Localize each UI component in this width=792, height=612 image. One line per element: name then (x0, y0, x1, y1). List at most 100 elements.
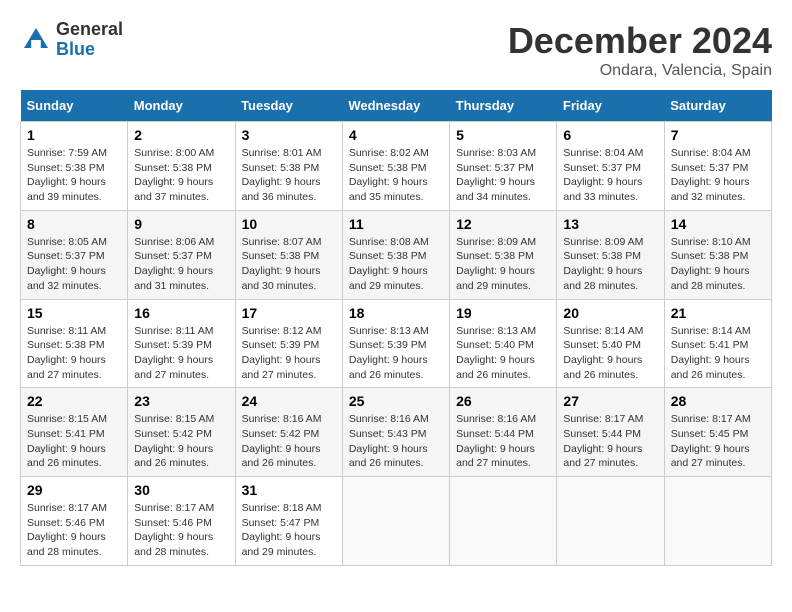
logo-general-text: General (56, 19, 123, 39)
header-cell-wednesday: Wednesday (342, 90, 449, 122)
day-cell-27: 27 Sunrise: 8:17 AM Sunset: 5:44 PM Dayli… (557, 388, 664, 477)
day-cell-17: 17 Sunrise: 8:12 AM Sunset: 5:39 PM Dayli… (235, 299, 342, 388)
day-cell-1: 1 Sunrise: 7:59 AM Sunset: 5:38 PM Daylig… (21, 122, 128, 211)
logo-icon (20, 24, 52, 56)
day-cell-19: 19 Sunrise: 8:13 AM Sunset: 5:40 PM Dayli… (450, 299, 557, 388)
day-info: Sunrise: 8:08 AM Sunset: 5:38 PM Dayligh… (349, 235, 443, 294)
day-number: 19 (456, 305, 550, 321)
day-number: 4 (349, 127, 443, 143)
day-cell-11: 11 Sunrise: 8:08 AM Sunset: 5:38 PM Dayli… (342, 210, 449, 299)
day-info: Sunrise: 8:17 AM Sunset: 5:45 PM Dayligh… (671, 412, 765, 471)
day-cell-31: 31 Sunrise: 8:18 AM Sunset: 5:47 PM Dayli… (235, 477, 342, 566)
day-number: 20 (563, 305, 657, 321)
day-cell-8: 8Sunrise: 8:05 AM Sunset: 5:37 PM Daylig… (21, 210, 128, 299)
day-cell-6: 6 Sunrise: 8:04 AM Sunset: 5:37 PM Daylig… (557, 122, 664, 211)
day-cell-3: 3Sunrise: 8:01 AM Sunset: 5:38 PM Daylig… (235, 122, 342, 211)
day-number: 5 (456, 127, 550, 143)
day-cell-14: 14 Sunrise: 8:10 AM Sunset: 5:38 PM Dayli… (664, 210, 771, 299)
day-number: 15 (27, 305, 121, 321)
day-info: Sunrise: 8:16 AM Sunset: 5:42 PM Dayligh… (242, 412, 336, 471)
empty-cell (557, 477, 664, 566)
day-info: Sunrise: 8:03 AM Sunset: 5:37 PM Dayligh… (456, 146, 550, 205)
day-number: 23 (134, 393, 228, 409)
location: Ondara, Valencia, Spain (508, 62, 772, 80)
day-cell-23: 23 Sunrise: 8:15 AM Sunset: 5:42 PM Dayli… (128, 388, 235, 477)
day-number: 7 (671, 127, 765, 143)
empty-cell (342, 477, 449, 566)
day-info: Sunrise: 8:13 AM Sunset: 5:40 PM Dayligh… (456, 324, 550, 383)
day-info: Sunrise: 8:16 AM Sunset: 5:44 PM Dayligh… (456, 412, 550, 471)
calendar-week-5: 29 Sunrise: 8:17 AM Sunset: 5:46 PM Dayli… (21, 477, 772, 566)
day-cell-22: 22 Sunrise: 8:15 AM Sunset: 5:41 PM Dayli… (21, 388, 128, 477)
logo-blue-text: Blue (56, 39, 95, 59)
day-number: 16 (134, 305, 228, 321)
day-info: Sunrise: 8:09 AM Sunset: 5:38 PM Dayligh… (456, 235, 550, 294)
calendar-week-3: 15 Sunrise: 8:11 AM Sunset: 5:38 PM Dayli… (21, 299, 772, 388)
calendar-week-4: 22 Sunrise: 8:15 AM Sunset: 5:41 PM Dayli… (21, 388, 772, 477)
day-number: 14 (671, 216, 765, 232)
day-number: 18 (349, 305, 443, 321)
empty-cell (450, 477, 557, 566)
day-number: 6 (563, 127, 657, 143)
day-cell-12: 12 Sunrise: 8:09 AM Sunset: 5:38 PM Dayli… (450, 210, 557, 299)
day-cell-30: 30Sunrise: 8:17 AM Sunset: 5:46 PM Dayli… (128, 477, 235, 566)
day-cell-4: 4 Sunrise: 8:02 AM Sunset: 5:38 PM Daylig… (342, 122, 449, 211)
day-info: Sunrise: 8:04 AM Sunset: 5:37 PM Dayligh… (671, 146, 765, 205)
day-info: Sunrise: 8:14 AM Sunset: 5:41 PM Dayligh… (671, 324, 765, 383)
header-cell-monday: Monday (128, 90, 235, 122)
day-cell-24: 24 Sunrise: 8:16 AM Sunset: 5:42 PM Dayli… (235, 388, 342, 477)
day-number: 3 (242, 127, 336, 143)
day-cell-25: 25Sunrise: 8:16 AM Sunset: 5:43 PM Dayli… (342, 388, 449, 477)
day-info: Sunrise: 8:11 AM Sunset: 5:38 PM Dayligh… (27, 324, 121, 383)
day-info: Sunrise: 7:59 AM Sunset: 5:38 PM Dayligh… (27, 146, 121, 205)
day-info: Sunrise: 8:17 AM Sunset: 5:44 PM Dayligh… (563, 412, 657, 471)
day-number: 25 (349, 393, 443, 409)
empty-cell (664, 477, 771, 566)
day-info: Sunrise: 8:00 AM Sunset: 5:38 PM Dayligh… (134, 146, 228, 205)
day-number: 31 (242, 482, 336, 498)
day-info: Sunrise: 8:15 AM Sunset: 5:41 PM Dayligh… (27, 412, 121, 471)
day-number: 24 (242, 393, 336, 409)
day-number: 17 (242, 305, 336, 321)
day-number: 13 (563, 216, 657, 232)
day-info: Sunrise: 8:14 AM Sunset: 5:40 PM Dayligh… (563, 324, 657, 383)
day-info: Sunrise: 8:18 AM Sunset: 5:47 PM Dayligh… (242, 501, 336, 560)
header-cell-sunday: Sunday (21, 90, 128, 122)
day-cell-20: 20 Sunrise: 8:14 AM Sunset: 5:40 PM Dayli… (557, 299, 664, 388)
header-cell-friday: Friday (557, 90, 664, 122)
day-cell-13: 13 Sunrise: 8:09 AM Sunset: 5:38 PM Dayli… (557, 210, 664, 299)
day-info: Sunrise: 8:11 AM Sunset: 5:39 PM Dayligh… (134, 324, 228, 383)
day-info: Sunrise: 8:12 AM Sunset: 5:39 PM Dayligh… (242, 324, 336, 383)
day-info: Sunrise: 8:15 AM Sunset: 5:42 PM Dayligh… (134, 412, 228, 471)
day-number: 12 (456, 216, 550, 232)
day-number: 27 (563, 393, 657, 409)
day-info: Sunrise: 8:04 AM Sunset: 5:37 PM Dayligh… (563, 146, 657, 205)
day-number: 26 (456, 393, 550, 409)
calendar-body: 1 Sunrise: 7:59 AM Sunset: 5:38 PM Daylig… (21, 122, 772, 566)
day-cell-26: 26 Sunrise: 8:16 AM Sunset: 5:44 PM Dayli… (450, 388, 557, 477)
day-cell-5: 5 Sunrise: 8:03 AM Sunset: 5:37 PM Daylig… (450, 122, 557, 211)
month-title: December 2024 (508, 20, 772, 62)
day-cell-7: 7 Sunrise: 8:04 AM Sunset: 5:37 PM Daylig… (664, 122, 771, 211)
day-info: Sunrise: 8:10 AM Sunset: 5:38 PM Dayligh… (671, 235, 765, 294)
day-number: 10 (242, 216, 336, 232)
day-info: Sunrise: 8:09 AM Sunset: 5:38 PM Dayligh… (563, 235, 657, 294)
day-cell-9: 9Sunrise: 8:06 AM Sunset: 5:37 PM Daylig… (128, 210, 235, 299)
logo: General Blue (20, 20, 123, 60)
header-cell-thursday: Thursday (450, 90, 557, 122)
day-number: 29 (27, 482, 121, 498)
day-cell-18: 18Sunrise: 8:13 AM Sunset: 5:39 PM Dayli… (342, 299, 449, 388)
day-number: 28 (671, 393, 765, 409)
day-number: 21 (671, 305, 765, 321)
day-cell-29: 29 Sunrise: 8:17 AM Sunset: 5:46 PM Dayli… (21, 477, 128, 566)
day-number: 11 (349, 216, 443, 232)
day-number: 1 (27, 127, 121, 143)
day-info: Sunrise: 8:17 AM Sunset: 5:46 PM Dayligh… (27, 501, 121, 560)
day-cell-28: 28 Sunrise: 8:17 AM Sunset: 5:45 PM Dayli… (664, 388, 771, 477)
day-number: 9 (134, 216, 228, 232)
day-number: 2 (134, 127, 228, 143)
day-number: 30 (134, 482, 228, 498)
day-number: 22 (27, 393, 121, 409)
day-info: Sunrise: 8:02 AM Sunset: 5:38 PM Dayligh… (349, 146, 443, 205)
day-info: Sunrise: 8:07 AM Sunset: 5:38 PM Dayligh… (242, 235, 336, 294)
